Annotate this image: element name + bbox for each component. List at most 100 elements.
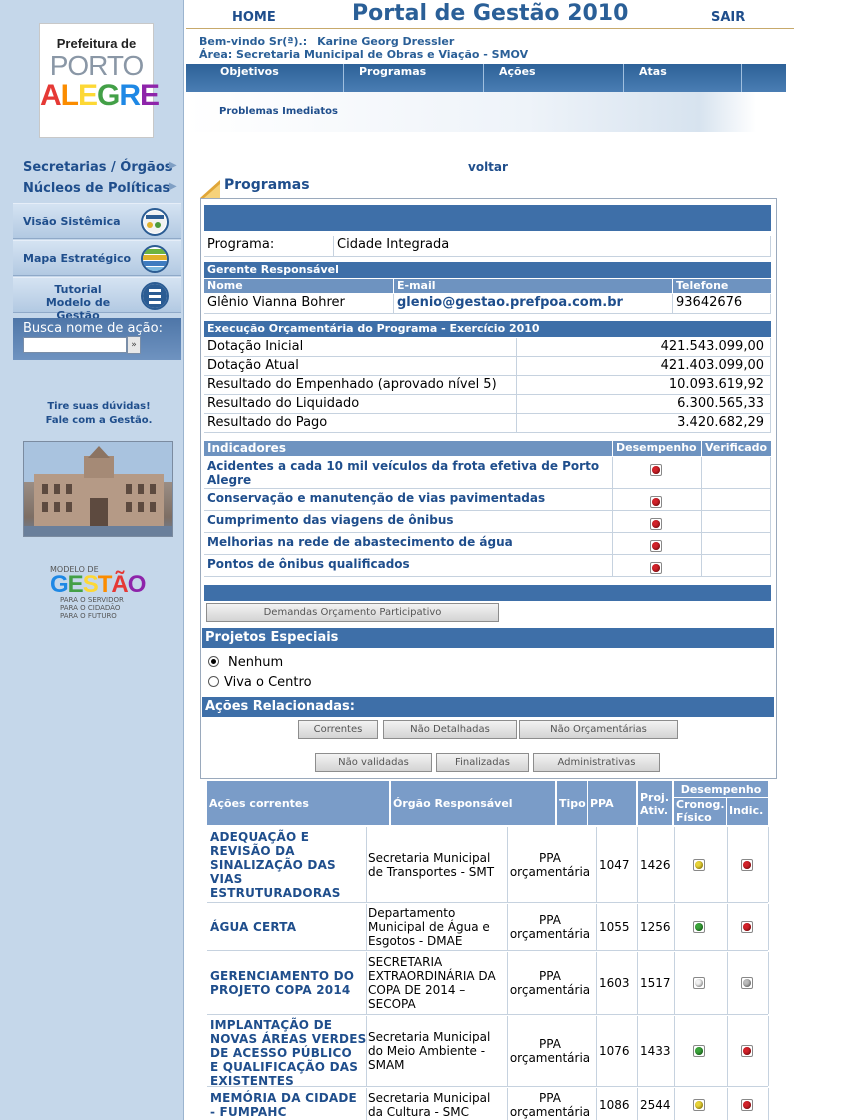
sidebar-btn-tutorial[interactable]: Tutorial Modelo de Gestão xyxy=(13,277,181,322)
tab-objetivos[interactable]: Objetivos xyxy=(186,64,344,92)
status-red-icon[interactable] xyxy=(650,496,662,508)
col-divider xyxy=(701,457,702,488)
user-name: Karine Georg Dressler xyxy=(317,35,455,48)
radio-nenhum[interactable] xyxy=(208,656,219,667)
sidebar-link-secretarias[interactable]: Secretarias / Órgãos ▶ xyxy=(23,160,177,175)
acao-proj-ativ: 1433 xyxy=(640,1044,671,1058)
header: HOME Portal de Gestão 2010 SAIR Bem-vind… xyxy=(186,0,794,62)
tutorial-icon xyxy=(141,282,169,310)
execucao-value: 10.093.619,92 xyxy=(517,376,771,395)
col-divider xyxy=(768,1088,769,1120)
col-divider xyxy=(768,904,769,950)
cronog-green-icon[interactable] xyxy=(693,921,705,933)
status-red-icon[interactable] xyxy=(650,464,662,476)
status-red-icon[interactable] xyxy=(650,562,662,574)
indicador-link[interactable]: Conservação e manutenção de vias pavimen… xyxy=(207,491,545,505)
panel-top-bar xyxy=(204,205,771,231)
logout-link[interactable]: SAIR xyxy=(711,10,745,25)
execucao-value: 6.300.565,33 xyxy=(517,395,771,414)
col-desempenho: Desempenho xyxy=(613,441,701,456)
home-link[interactable]: HOME xyxy=(232,10,276,25)
col-divider xyxy=(596,1016,597,1086)
col-divider xyxy=(612,457,613,488)
execucao-label: Resultado do Empenhado (aprovado nível 5… xyxy=(204,376,517,395)
indic-gray-icon[interactable] xyxy=(741,977,753,989)
sidebar-link-nucleos[interactable]: Núcleos de Políticas ▶ xyxy=(23,181,177,196)
demandas-op-button[interactable]: Demandas Orçamento Participativo xyxy=(206,603,499,622)
acao-ppa: 1603 xyxy=(599,976,630,990)
filter-nao-detalhadas-button[interactable]: Não Detalhadas xyxy=(383,720,517,739)
acao-link[interactable]: MEMÓRIA DA CIDADE - FUMPAHC xyxy=(210,1091,357,1119)
sidebar-btn-mapa-estrategico[interactable]: Mapa Estratégico xyxy=(13,240,181,276)
welcome-info: Bem-vindo Sr(ª).: Karine Georg Dressler Á… xyxy=(199,35,528,61)
row-divider xyxy=(207,1014,768,1015)
filter-correntes-button[interactable]: Correntes xyxy=(298,720,378,739)
gerente-email[interactable]: glenio@gestao.prefpoa.com.br xyxy=(394,294,673,314)
col-divider xyxy=(701,489,702,510)
execucao-value: 3.420.682,29 xyxy=(517,414,771,433)
col-verificado: Verificado xyxy=(702,441,771,456)
radio-nenhum-label: Nenhum xyxy=(228,655,284,670)
indicador-link[interactable]: Cumprimento das viagens de ônibus xyxy=(207,513,454,527)
busca-acao-input[interactable] xyxy=(23,337,127,353)
execucao-value: 421.403.099,00 xyxy=(517,357,771,376)
col-ppa: PPA xyxy=(588,781,636,825)
prefeitura-logo[interactable]: Prefeitura de PORTO ALEGRE xyxy=(39,23,160,138)
voltar-link[interactable]: voltar xyxy=(468,160,508,174)
indic-red-icon[interactable] xyxy=(741,858,753,871)
col-divider xyxy=(770,533,771,554)
projetos-section-header: Projetos Especiais xyxy=(202,628,774,648)
indicador-link[interactable]: Acidentes a cada 10 mil veículos da frot… xyxy=(207,459,599,487)
radio-viva-o-centro[interactable] xyxy=(208,676,219,687)
acao-link[interactable]: ÁGUA CERTA xyxy=(210,920,296,934)
cronog-green-icon[interactable] xyxy=(693,1045,705,1057)
acao-link[interactable]: IMPLANTAÇÃO DE NOVAS ÁREAS VERDES DE ACESS… xyxy=(210,1018,366,1088)
subnav-problemas-imediatos[interactable]: Problemas Imediatos xyxy=(219,106,338,117)
col-divider xyxy=(674,952,675,1014)
fale-com-gestao-link[interactable]: Tire suas dúvidas! Fale com a Gestão. xyxy=(13,400,185,428)
gerente-nome: Glênio Vianna Bohrer xyxy=(204,294,394,314)
acao-link[interactable]: ADEQUAÇÃO E REVISÃO DA SINALIZAÇÃO DAS VIAS… xyxy=(210,830,341,900)
row-divider xyxy=(207,902,768,903)
acao-link[interactable]: GERENCIAMENTO DO PROJETO COPA 2014 xyxy=(210,969,354,997)
col-divider xyxy=(768,827,769,902)
tab-atas[interactable]: Atas xyxy=(624,64,742,92)
status-red-icon[interactable] xyxy=(650,518,662,530)
acao-tipo: PPA orçamentária xyxy=(509,1037,591,1065)
chevron-right-icon: ▶ xyxy=(169,160,177,171)
col-tipo: Tipo xyxy=(557,781,587,825)
cronog-white-icon[interactable] xyxy=(693,977,705,989)
execucao-value: 421.543.099,00 xyxy=(517,338,771,357)
tab-acoes[interactable]: Ações xyxy=(484,64,624,92)
filter-administrativas-button[interactable]: Administrativas xyxy=(533,753,660,772)
sidebar-btn-visao-sistemica[interactable]: Visão Sistêmica xyxy=(13,203,181,239)
filter-finalizadas-button[interactable]: Finalizadas xyxy=(436,753,529,772)
indicador-link[interactable]: Melhorias na rede de abastecimento de ág… xyxy=(207,535,513,549)
cronog-yellow-icon[interactable] xyxy=(693,858,705,871)
execucao-label: Resultado do Pago xyxy=(204,414,517,433)
col-divider xyxy=(596,904,597,950)
indic-red-icon[interactable] xyxy=(741,1045,753,1057)
col-divider xyxy=(770,457,771,488)
busca-submit-button[interactable]: » xyxy=(127,336,141,354)
filter-nao-validadas-button[interactable]: Não validadas xyxy=(315,753,432,772)
logo-line2: PORTO xyxy=(49,50,145,81)
cronog-yellow-icon[interactable] xyxy=(693,1099,705,1111)
col-divider xyxy=(612,555,613,576)
col-divider xyxy=(612,489,613,510)
row-divider xyxy=(207,950,768,951)
col-divider xyxy=(637,952,638,1014)
col-divider xyxy=(366,827,367,902)
col-divider xyxy=(366,952,367,1014)
status-red-icon[interactable] xyxy=(650,540,662,552)
indic-red-icon[interactable] xyxy=(741,1099,753,1111)
tab-programas[interactable]: Programas xyxy=(344,64,484,92)
indicador-link[interactable]: Pontos de ônibus qualificados xyxy=(207,557,410,571)
col-divider xyxy=(674,1088,675,1120)
filter-nao-orcamentarias-button[interactable]: Não Orçamentárias xyxy=(519,720,678,739)
col-divider xyxy=(596,1088,597,1120)
indic-red-icon[interactable] xyxy=(741,921,753,933)
busca-label: Busca nome de ação: xyxy=(23,321,163,336)
radio-viva-o-centro-label: Viva o Centro xyxy=(224,675,312,690)
row-divider xyxy=(204,488,771,489)
